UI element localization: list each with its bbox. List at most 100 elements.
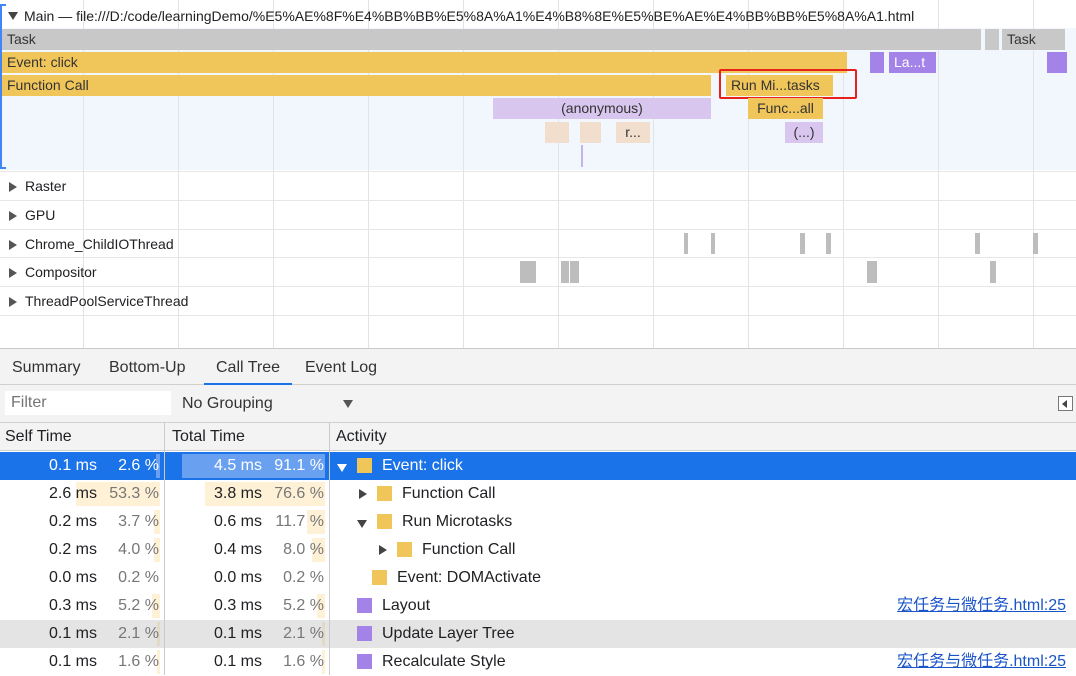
activity-tick[interactable]: [800, 233, 805, 254]
self-time-percent: 1.6 %: [118, 653, 159, 670]
track-thread-pool[interactable]: ThreadPoolServiceThread: [0, 286, 1076, 315]
collapsed-triangle-icon[interactable]: [379, 545, 387, 555]
peach-bar[interactable]: [580, 122, 601, 143]
activity-tick[interactable]: [975, 233, 980, 254]
activity-tick[interactable]: [826, 233, 831, 254]
self-time-value: 0.1 ms: [48, 653, 97, 670]
grouping-select[interactable]: No Grouping: [182, 385, 273, 423]
activity-tick[interactable]: [520, 261, 536, 283]
details-tab-bar: Summary Bottom-Up Call Tree Event Log: [0, 348, 1076, 385]
expanded-triangle-icon[interactable]: [357, 520, 367, 528]
source-link[interactable]: 宏任务与微任务.html:25: [897, 648, 1066, 676]
function-call-bar-nested[interactable]: Func...all: [748, 98, 823, 119]
total-time-header[interactable]: Total Time: [167, 423, 329, 451]
filter-input[interactable]: [5, 391, 171, 415]
call-tree-row[interactable]: 0.1 ms 2.6 % 4.5 ms 91.1 % Event: click: [0, 452, 1076, 480]
tab-event-log[interactable]: Event Log: [305, 349, 377, 385]
tab-call-tree[interactable]: Call Tree: [204, 349, 292, 385]
main-track-header[interactable]: Main — file:///D:/code/learningDemo/%E5%…: [8, 8, 914, 24]
layout-bar-small[interactable]: [1047, 52, 1067, 73]
activity-label: Recalculate Style: [382, 653, 506, 670]
call-tree-row[interactable]: 2.6 ms 53.3 % 3.8 ms 76.6 % Function Call: [0, 480, 1076, 508]
total-time-value: 0.1 ms: [213, 625, 262, 642]
call-tree-row[interactable]: 0.2 ms 3.7 % 0.6 ms 11.7 % Run Microtasks: [0, 508, 1076, 536]
activity-tick[interactable]: [561, 261, 569, 283]
layout-bar[interactable]: La...t: [889, 52, 936, 73]
category-color-icon: [377, 486, 392, 501]
expand-triangle-icon[interactable]: [9, 268, 17, 278]
activity-tick[interactable]: [990, 261, 996, 283]
self-time-value: 0.3 ms: [48, 597, 97, 614]
total-time-percent: 11.7 %: [275, 513, 324, 530]
self-time-percent: 2.1 %: [118, 625, 159, 642]
tab-bottom-up[interactable]: Bottom-Up: [109, 349, 185, 385]
collapsed-triangle-icon[interactable]: [359, 489, 367, 499]
self-time-percent: 2.6 %: [118, 457, 159, 474]
anonymous-bar[interactable]: (anonymous): [493, 98, 711, 119]
category-color-icon: [357, 654, 372, 669]
call-tree-row[interactable]: 0.0 ms 0.2 % 0.0 ms 0.2 % Event: DOMActivate: [0, 564, 1076, 592]
activity-tick[interactable]: [867, 261, 877, 283]
source-link[interactable]: 宏任务与微任务.html:25: [897, 592, 1066, 620]
activity-tick[interactable]: [684, 233, 688, 254]
tiny-mark: [581, 145, 583, 167]
activity-label: Function Call: [402, 485, 496, 502]
total-time-value: 3.8 ms: [213, 485, 262, 502]
timeline-flame-chart[interactable]: Main — file:///D:/code/learningDemo/%E5%…: [0, 0, 1076, 348]
layout-bar-small[interactable]: [870, 52, 884, 73]
toggle-sidebar-icon[interactable]: [1058, 396, 1073, 411]
function-call-bar[interactable]: Function Call: [2, 75, 711, 96]
task-bar-small[interactable]: [985, 29, 999, 50]
expand-triangle-icon[interactable]: [9, 240, 17, 250]
peach-bar[interactable]: [545, 122, 569, 143]
anonymous-bar-nested[interactable]: (...): [785, 122, 823, 143]
task-bar[interactable]: Task: [1002, 29, 1065, 50]
call-tree-row[interactable]: 0.2 ms 4.0 % 0.4 ms 8.0 % Function Call: [0, 536, 1076, 564]
category-color-icon: [357, 626, 372, 641]
activity-tick[interactable]: [570, 261, 579, 283]
task-bar[interactable]: Task: [2, 29, 981, 50]
total-time-value: 0.4 ms: [213, 541, 262, 558]
track-label: GPU: [25, 207, 56, 223]
dropdown-arrow-icon[interactable]: [343, 400, 353, 408]
self-time-percent: 4.0 %: [118, 541, 159, 558]
activity-label: Layout: [382, 597, 431, 614]
category-color-icon: [372, 570, 387, 585]
self-time-percent: 3.7 %: [118, 513, 159, 530]
total-time-percent: 8.0 %: [283, 541, 324, 558]
total-time-percent: 5.2 %: [283, 597, 324, 614]
track-label: ThreadPoolServiceThread: [25, 293, 189, 309]
grouping-value: No Grouping: [182, 395, 273, 412]
self-time-value: 0.1 ms: [48, 625, 97, 642]
call-tree-row[interactable]: 0.3 ms 5.2 % 0.3 ms 5.2 % Layout 宏任务与微任务.html…: [0, 592, 1076, 620]
self-time-value: 0.2 ms: [48, 541, 97, 558]
track-gpu[interactable]: GPU: [0, 200, 1076, 229]
call-tree-row[interactable]: 0.1 ms 2.1 % 0.1 ms 2.1 % Update Layer Tree: [0, 620, 1076, 648]
activity-header[interactable]: Activity: [331, 423, 631, 451]
activity-tick[interactable]: [711, 233, 715, 254]
expanded-triangle-icon[interactable]: [337, 464, 347, 472]
self-time-header[interactable]: Self Time: [0, 423, 164, 451]
track-label: Raster: [25, 178, 67, 194]
self-time-percent: 5.2 %: [118, 597, 159, 614]
call-tree-row[interactable]: 0.1 ms 1.6 % 0.1 ms 1.6 % Recalculate Style 宏…: [0, 648, 1076, 676]
tab-summary[interactable]: Summary: [12, 349, 80, 385]
category-color-icon: [357, 598, 372, 613]
category-color-icon: [397, 542, 412, 557]
peach-bar[interactable]: r...: [616, 122, 650, 143]
category-color-icon: [377, 514, 392, 529]
collapse-triangle-icon[interactable]: [8, 12, 18, 20]
activity-label: Run Microtasks: [402, 513, 513, 530]
expand-triangle-icon[interactable]: [9, 297, 17, 307]
category-color-icon: [357, 458, 372, 473]
track-child-io-thread[interactable]: Chrome_ChildIOThread: [0, 229, 1076, 258]
column-divider: [164, 423, 165, 675]
expand-triangle-icon[interactable]: [9, 211, 17, 221]
total-time-percent: 0.2 %: [283, 569, 324, 586]
activity-label: Update Layer Tree: [382, 625, 515, 642]
expand-triangle-icon[interactable]: [9, 182, 17, 192]
track-raster[interactable]: Raster: [0, 171, 1076, 200]
track-compositor[interactable]: Compositor: [0, 257, 1076, 286]
activity-tick[interactable]: [1033, 233, 1038, 254]
track-label: Chrome_ChildIOThread: [25, 236, 174, 252]
